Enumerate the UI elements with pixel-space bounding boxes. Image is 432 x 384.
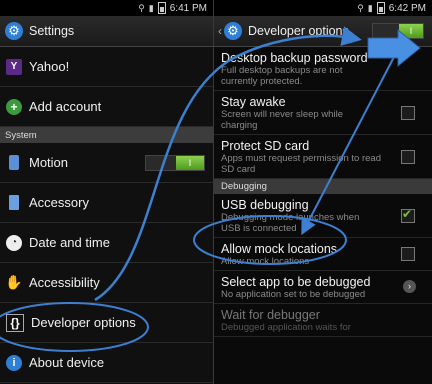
item-subtitle: Apps must request permission to read SD …: [221, 153, 381, 175]
stay-awake-item[interactable]: Stay awake Screen will never sleep while…: [214, 91, 432, 135]
item-subtitle: Debugging mode launches when USB is conn…: [221, 212, 360, 234]
sidebar-item-accessory[interactable]: Accessory: [0, 183, 213, 223]
sidebar-item-motion[interactable]: Motion I: [0, 143, 213, 183]
status-bar: ⚲ ▮ 6:41 PM: [0, 0, 213, 16]
list-item-label: Add account: [29, 99, 102, 114]
allow-mock-locations-item[interactable]: Allow mock locations Allow mock location…: [214, 238, 432, 271]
toggle-knob: I: [176, 155, 204, 170]
braces-icon: {}: [6, 313, 24, 332]
item-title: Wait for debugger: [221, 308, 320, 322]
list-item-label: Developer options: [31, 315, 136, 330]
add-icon: +: [6, 98, 22, 115]
select-debug-app-item[interactable]: Select app to be debugged No application…: [214, 271, 432, 304]
item-title: Protect SD card: [221, 139, 310, 153]
sidebar-item-date-and-time[interactable]: ◔ Date and time: [0, 223, 213, 263]
sidebar-item-developer-options[interactable]: {} Developer options: [0, 303, 213, 343]
status-bar: ⚲ ▮ 6:42 PM: [214, 0, 432, 16]
toggle-knob: I: [399, 24, 423, 38]
back-chevron-icon[interactable]: ‹: [218, 24, 222, 38]
sidebar-item-about-device[interactable]: i About device: [0, 343, 213, 383]
info-icon: i: [6, 354, 22, 371]
item-subtitle: Full desktop backups are not currently p…: [221, 65, 343, 87]
item-title: Select app to be debugged: [221, 275, 371, 289]
item-title: Desktop backup password: [221, 51, 368, 65]
usb-icon: ⚲: [357, 3, 364, 13]
item-subtitle: Screen will never sleep while charging: [221, 109, 343, 131]
page-title: Settings: [29, 24, 75, 38]
desktop-backup-password-item[interactable]: Desktop backup password Full desktop bac…: [214, 47, 432, 91]
list-item-label: About device: [29, 355, 105, 370]
list-item-yahoo[interactable]: Y Yahoo!: [0, 47, 213, 87]
motion-icon: [9, 155, 19, 170]
stay-awake-checkbox[interactable]: [401, 105, 415, 120]
signal-icon: ▮: [367, 3, 373, 13]
developer-options-title-bar: ‹ ⚙ Developer options I: [214, 16, 432, 47]
battery-icon: [376, 2, 385, 14]
sidebar-item-accessibility[interactable]: ✋ Accessibility: [0, 263, 213, 303]
signal-icon: ▮: [148, 3, 154, 13]
item-title: Stay awake: [221, 95, 286, 109]
section-header-debugging: Debugging: [214, 179, 432, 194]
usb-debugging-checkbox[interactable]: [401, 207, 415, 223]
protect-sd-card-item[interactable]: Protect SD card Apps must request permis…: [214, 135, 432, 179]
item-title: USB debugging: [221, 198, 309, 212]
list-item-label: Accessory: [29, 195, 89, 210]
status-time: 6:42 PM: [388, 2, 426, 14]
add-account-button[interactable]: + Add account: [0, 87, 213, 127]
list-item-label: Date and time: [29, 235, 110, 250]
list-item-label: Accessibility: [29, 275, 100, 290]
usb-debugging-item[interactable]: USB debugging Debugging mode launches wh…: [214, 194, 432, 238]
list-item-label: Motion: [29, 155, 69, 170]
item-title: Allow mock locations: [221, 242, 338, 256]
clock-icon: ◔: [6, 234, 22, 251]
settings-gear-icon: ⚙: [5, 22, 23, 40]
hand-icon: ✋: [5, 274, 23, 290]
settings-gear-icon: ⚙: [224, 22, 242, 40]
usb-icon: ⚲: [138, 3, 145, 13]
wait-for-debugger-item[interactable]: Wait for debugger Debugged application w…: [214, 304, 432, 337]
motion-toggle[interactable]: I: [145, 154, 205, 171]
item-subtitle: Debugged application waits for: [221, 322, 351, 333]
chevron-right-icon: ›: [403, 280, 416, 293]
item-subtitle: No application set to be debugged: [221, 289, 366, 300]
battery-icon: [157, 2, 166, 14]
list-item-label: Yahoo!: [29, 59, 70, 74]
settings-screen: ⚲ ▮ 6:41 PM ⚙ Settings Y Yahoo! + Add ac…: [0, 0, 213, 384]
protect-sd-card-checkbox[interactable]: [401, 149, 415, 164]
allow-mock-locations-checkbox[interactable]: [401, 247, 415, 261]
accessory-icon: [9, 195, 19, 210]
developer-options-toggle[interactable]: I: [372, 23, 424, 39]
page-title: Developer options: [248, 24, 349, 38]
item-subtitle: Allow mock locations: [221, 256, 310, 267]
section-header-system: System: [0, 127, 213, 143]
yahoo-icon: Y: [6, 58, 22, 75]
developer-options-screen: ⚲ ▮ 6:42 PM ‹ ⚙ Developer options I Desk…: [214, 0, 432, 384]
settings-title-bar: ⚙ Settings: [0, 16, 213, 47]
status-time: 6:41 PM: [169, 2, 207, 14]
